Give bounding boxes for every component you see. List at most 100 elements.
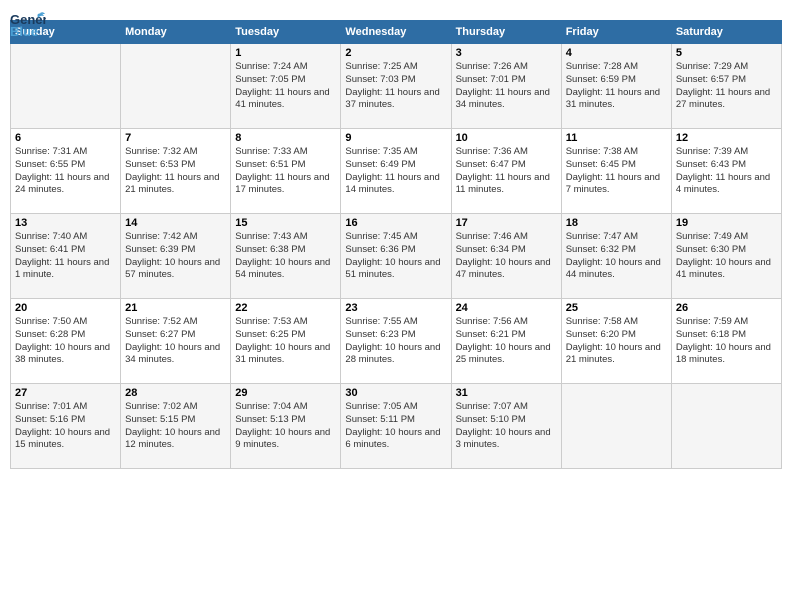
day-number: 18 — [566, 217, 667, 229]
day-info: Sunrise: 7:40 AM Sunset: 6:41 PM Dayligh… — [15, 231, 116, 282]
day-number: 13 — [15, 217, 116, 229]
calendar-table: SundayMondayTuesdayWednesdayThursdayFrid… — [10, 20, 782, 469]
calendar-cell: 11 Sunrise: 7:38 AM Sunset: 6:45 PM Dayli… — [561, 129, 671, 214]
day-number: 8 — [235, 132, 336, 144]
day-info: Sunrise: 7:52 AM Sunset: 6:27 PM Dayligh… — [125, 316, 226, 367]
day-number: 6 — [15, 132, 116, 144]
calendar-cell: 17 Sunrise: 7:46 AM Sunset: 6:34 PM Dayli… — [451, 214, 561, 299]
day-info: Sunrise: 7:45 AM Sunset: 6:36 PM Dayligh… — [345, 231, 446, 282]
calendar-cell: 3 Sunrise: 7:26 AM Sunset: 7:01 PM Daylig… — [451, 44, 561, 129]
day-number: 2 — [345, 47, 446, 59]
calendar-cell — [11, 44, 121, 129]
day-info: Sunrise: 7:26 AM Sunset: 7:01 PM Dayligh… — [456, 61, 557, 112]
calendar-cell: 20 Sunrise: 7:50 AM Sunset: 6:28 PM Dayli… — [11, 299, 121, 384]
calendar-cell — [561, 384, 671, 469]
day-number: 26 — [676, 302, 777, 314]
day-header-saturday: Saturday — [671, 21, 781, 44]
day-number: 4 — [566, 47, 667, 59]
day-number: 25 — [566, 302, 667, 314]
calendar-cell: 16Sunrise: 7:45 AM Sunset: 6:36 PM Dayli… — [341, 214, 451, 299]
calendar-cell: 13 Sunrise: 7:40 AM Sunset: 6:41 PM Dayli… — [11, 214, 121, 299]
day-header-tuesday: Tuesday — [231, 21, 341, 44]
day-info: Sunrise: 7:39 AM Sunset: 6:43 PM Dayligh… — [676, 146, 777, 197]
day-info: Sunrise: 7:04 AM Sunset: 5:13 PM Dayligh… — [235, 401, 336, 452]
day-info: Sunrise: 7:05 AM Sunset: 5:11 PM Dayligh… — [345, 401, 446, 452]
day-number: 15 — [235, 217, 336, 229]
day-info: Sunrise: 7:46 AM Sunset: 6:34 PM Dayligh… — [456, 231, 557, 282]
calendar-cell: 6 Sunrise: 7:31 AM Sunset: 6:55 PM Daylig… — [11, 129, 121, 214]
day-info: Sunrise: 7:47 AM Sunset: 6:32 PM Dayligh… — [566, 231, 667, 282]
day-number: 1 — [235, 47, 336, 59]
day-number: 24 — [456, 302, 557, 314]
day-info: Sunrise: 7:50 AM Sunset: 6:28 PM Dayligh… — [15, 316, 116, 367]
calendar-cell: 4 Sunrise: 7:28 AM Sunset: 6:59 PM Daylig… — [561, 44, 671, 129]
day-number: 20 — [15, 302, 116, 314]
day-number: 31 — [456, 387, 557, 399]
day-info: Sunrise: 7:35 AM Sunset: 6:49 PM Dayligh… — [345, 146, 446, 197]
day-number: 28 — [125, 387, 226, 399]
day-info: Sunrise: 7:02 AM Sunset: 5:15 PM Dayligh… — [125, 401, 226, 452]
day-number: 11 — [566, 132, 667, 144]
day-info: Sunrise: 7:07 AM Sunset: 5:10 PM Dayligh… — [456, 401, 557, 452]
calendar-week-row: 20 Sunrise: 7:50 AM Sunset: 6:28 PM Dayli… — [11, 299, 782, 384]
day-info: Sunrise: 7:49 AM Sunset: 6:30 PM Dayligh… — [676, 231, 777, 282]
day-number: 3 — [456, 47, 557, 59]
calendar-cell: 22 Sunrise: 7:53 AM Sunset: 6:25 PM Dayli… — [231, 299, 341, 384]
calendar-cell: 27Sunrise: 7:01 AM Sunset: 5:16 PM Dayli… — [11, 384, 121, 469]
calendar-cell: 2 Sunrise: 7:25 AM Sunset: 7:03 PM Daylig… — [341, 44, 451, 129]
calendar-week-row: 27Sunrise: 7:01 AM Sunset: 5:16 PM Dayli… — [11, 384, 782, 469]
calendar-cell: 26 Sunrise: 7:59 AM Sunset: 6:18 PM Dayli… — [671, 299, 781, 384]
day-info: Sunrise: 7:59 AM Sunset: 6:18 PM Dayligh… — [676, 316, 777, 367]
day-number: 10 — [456, 132, 557, 144]
calendar-cell — [671, 384, 781, 469]
day-header-friday: Friday — [561, 21, 671, 44]
day-info: Sunrise: 7:56 AM Sunset: 6:21 PM Dayligh… — [456, 316, 557, 367]
day-header-thursday: Thursday — [451, 21, 561, 44]
day-number: 27 — [15, 387, 116, 399]
calendar-cell: 5Sunrise: 7:29 AM Sunset: 6:57 PM Daylig… — [671, 44, 781, 129]
calendar-cell: 1 Sunrise: 7:24 AM Sunset: 7:05 PM Daylig… — [231, 44, 341, 129]
day-info: Sunrise: 7:43 AM Sunset: 6:38 PM Dayligh… — [235, 231, 336, 282]
day-number: 22 — [235, 302, 336, 314]
day-info: Sunrise: 7:42 AM Sunset: 6:39 PM Dayligh… — [125, 231, 226, 282]
calendar-cell: 7 Sunrise: 7:32 AM Sunset: 6:53 PM Daylig… — [121, 129, 231, 214]
day-info: Sunrise: 7:25 AM Sunset: 7:03 PM Dayligh… — [345, 61, 446, 112]
day-number: 5 — [676, 47, 777, 59]
calendar-cell: 10 Sunrise: 7:36 AM Sunset: 6:47 PM Dayli… — [451, 129, 561, 214]
calendar-cell: 18 Sunrise: 7:47 AM Sunset: 6:32 PM Dayli… — [561, 214, 671, 299]
day-info: Sunrise: 7:36 AM Sunset: 6:47 PM Dayligh… — [456, 146, 557, 197]
calendar-cell: 31 Sunrise: 7:07 AM Sunset: 5:10 PM Dayli… — [451, 384, 561, 469]
day-info: Sunrise: 7:31 AM Sunset: 6:55 PM Dayligh… — [15, 146, 116, 197]
calendar-cell: 30 Sunrise: 7:05 AM Sunset: 5:11 PM Dayli… — [341, 384, 451, 469]
calendar-header-row: SundayMondayTuesdayWednesdayThursdayFrid… — [11, 21, 782, 44]
day-header-monday: Monday — [121, 21, 231, 44]
day-info: Sunrise: 7:32 AM Sunset: 6:53 PM Dayligh… — [125, 146, 226, 197]
calendar-cell: 8 Sunrise: 7:33 AM Sunset: 6:51 PM Daylig… — [231, 129, 341, 214]
day-info: Sunrise: 7:24 AM Sunset: 7:05 PM Dayligh… — [235, 61, 336, 112]
day-info: Sunrise: 7:55 AM Sunset: 6:23 PM Dayligh… — [345, 316, 446, 367]
calendar-cell: 25 Sunrise: 7:58 AM Sunset: 6:20 PM Dayli… — [561, 299, 671, 384]
calendar-cell: 28 Sunrise: 7:02 AM Sunset: 5:15 PM Dayli… — [121, 384, 231, 469]
svg-text:Blue: Blue — [10, 24, 38, 39]
day-number: 29 — [235, 387, 336, 399]
day-info: Sunrise: 7:33 AM Sunset: 6:51 PM Dayligh… — [235, 146, 336, 197]
day-number: 17 — [456, 217, 557, 229]
day-number: 30 — [345, 387, 446, 399]
day-header-wednesday: Wednesday — [341, 21, 451, 44]
calendar-cell: 12Sunrise: 7:39 AM Sunset: 6:43 PM Dayli… — [671, 129, 781, 214]
calendar-cell: 9 Sunrise: 7:35 AM Sunset: 6:49 PM Daylig… — [341, 129, 451, 214]
logo: General Blue — [10, 10, 46, 12]
day-info: Sunrise: 7:58 AM Sunset: 6:20 PM Dayligh… — [566, 316, 667, 367]
day-info: Sunrise: 7:53 AM Sunset: 6:25 PM Dayligh… — [235, 316, 336, 367]
day-info: Sunrise: 7:28 AM Sunset: 6:59 PM Dayligh… — [566, 61, 667, 112]
day-number: 7 — [125, 132, 226, 144]
calendar-cell: 19Sunrise: 7:49 AM Sunset: 6:30 PM Dayli… — [671, 214, 781, 299]
page-header: General Blue — [10, 10, 782, 12]
day-info: Sunrise: 7:38 AM Sunset: 6:45 PM Dayligh… — [566, 146, 667, 197]
day-number: 9 — [345, 132, 446, 144]
calendar-cell: 23Sunrise: 7:55 AM Sunset: 6:23 PM Dayli… — [341, 299, 451, 384]
calendar-cell: 14Sunrise: 7:42 AM Sunset: 6:39 PM Dayli… — [121, 214, 231, 299]
calendar-week-row: 1 Sunrise: 7:24 AM Sunset: 7:05 PM Daylig… — [11, 44, 782, 129]
day-number: 21 — [125, 302, 226, 314]
calendar-cell: 15 Sunrise: 7:43 AM Sunset: 6:38 PM Dayli… — [231, 214, 341, 299]
